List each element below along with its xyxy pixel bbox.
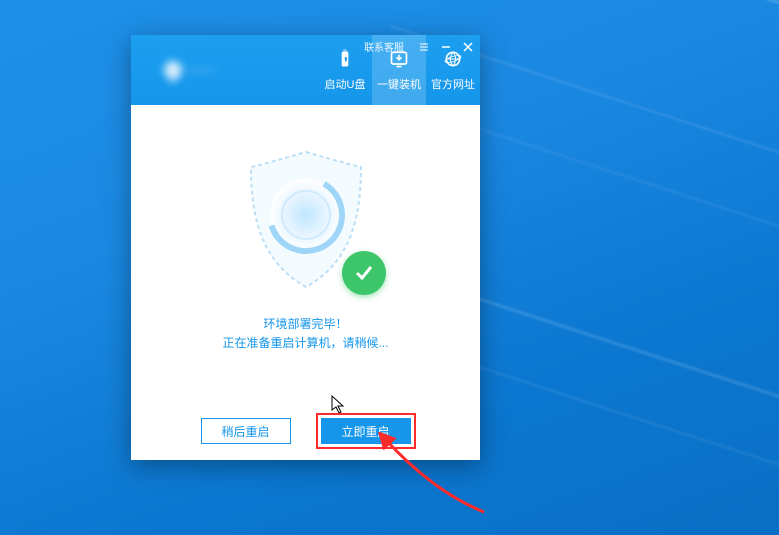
button-label: 稍后重启 [221, 423, 269, 440]
titlebar: ····· 启动U盘 一键装机 官方网址 [131, 35, 480, 105]
status-line-1: 环境部署完毕！ [222, 315, 388, 334]
checkmark-badge-icon [342, 251, 386, 295]
close-button[interactable] [462, 41, 474, 53]
app-window: ····· 启动U盘 一键装机 官方网址 [131, 35, 480, 460]
app-logo: ····· [131, 35, 249, 105]
contact-support-link[interactable]: 联系客服 [364, 39, 404, 54]
tab-label: 启动U盘 [325, 76, 366, 92]
button-label: 立即重启 [341, 423, 389, 440]
status-illustration [236, 147, 376, 297]
status-text: 环境部署完毕！ 正在准备重启计算机，请稍候... [222, 315, 388, 353]
restart-now-button[interactable]: 立即重启 [321, 418, 411, 444]
content-area: 环境部署完毕！ 正在准备重启计算机，请稍候... 稍后重启 立即重启 [131, 105, 480, 460]
cursor-icon [331, 395, 347, 415]
minimize-button[interactable] [440, 41, 452, 53]
button-row: 稍后重启 立即重启 [131, 418, 480, 444]
window-controls: 联系客服 [364, 39, 474, 54]
tab-label: 一键装机 [377, 76, 421, 92]
status-line-2: 正在准备重启计算机，请稍候... [222, 334, 388, 353]
menu-button[interactable] [418, 41, 430, 53]
tab-label: 官方网址 [431, 76, 475, 92]
restart-later-button[interactable]: 稍后重启 [201, 418, 291, 444]
usb-icon [335, 49, 355, 72]
